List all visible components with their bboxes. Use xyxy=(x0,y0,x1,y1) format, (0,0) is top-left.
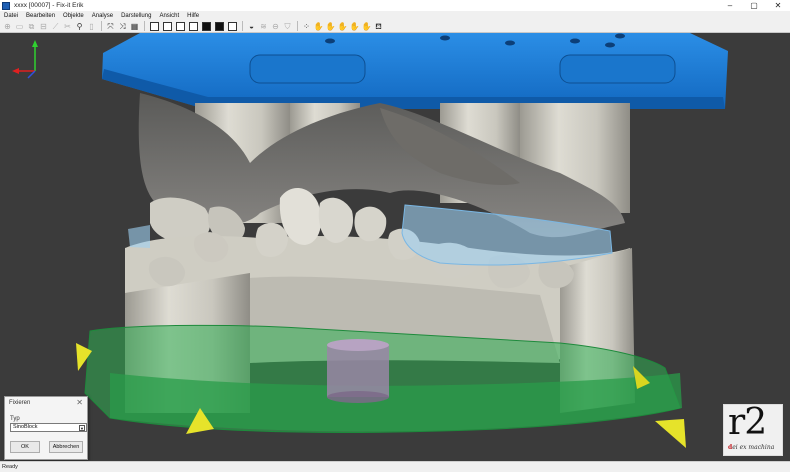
view-right-icon[interactable] xyxy=(189,21,198,31)
status-bar: Ready xyxy=(0,461,790,472)
tooth-icon[interactable]: ⛉ xyxy=(282,21,293,32)
toolbar-separator xyxy=(144,21,145,31)
align-icon[interactable]: ⊟ xyxy=(38,21,49,32)
view-front-icon[interactable] xyxy=(150,21,159,31)
cup-icon[interactable]: ⛾ xyxy=(373,21,384,32)
menu-bearbeiten[interactable]: Bearbeiten xyxy=(22,13,59,19)
logo-mark: r2 xyxy=(728,402,767,443)
app-icon xyxy=(2,1,10,10)
scene-svg xyxy=(12,33,728,448)
zoom-icon[interactable]: ⚲ xyxy=(74,21,85,32)
axis-triad xyxy=(12,40,38,79)
view-iso-icon[interactable] xyxy=(228,21,237,31)
type-label: Typ xyxy=(10,416,20,422)
menu-datei[interactable]: Datei xyxy=(0,13,22,19)
hand2-icon[interactable]: ✋ xyxy=(325,21,336,32)
close-button[interactable]: ✕ xyxy=(766,0,790,11)
measure-icon[interactable]: ⟋ xyxy=(50,21,61,32)
toolbar-separator xyxy=(297,21,298,31)
view-left-icon[interactable] xyxy=(176,21,185,31)
r2-logo: r2 dei ex machina xyxy=(723,404,783,456)
dialog-title: Fixieren xyxy=(9,400,31,406)
toolbar-separator xyxy=(101,21,102,31)
articulator-plate xyxy=(102,33,728,109)
cancel-button[interactable]: Abbrechen xyxy=(49,441,83,453)
hand4-icon[interactable]: ✋ xyxy=(349,21,360,32)
purple-pin xyxy=(327,339,389,403)
collapse-icon[interactable]: ⤨ xyxy=(117,21,128,32)
window-controls: – ▢ ✕ xyxy=(718,0,790,11)
minimize-button[interactable]: – xyxy=(718,0,742,11)
scatter-icon[interactable]: ⁘ xyxy=(301,21,312,32)
type-select-value: SinoBlock xyxy=(13,424,38,430)
model-icon[interactable]: ⊖ xyxy=(270,21,281,32)
ok-button[interactable]: OK xyxy=(10,441,40,453)
copy-icon[interactable]: ⧉ xyxy=(26,21,37,32)
view-back-icon[interactable] xyxy=(163,21,172,31)
close-icon[interactable]: ✕ xyxy=(76,398,83,407)
menu-analyse[interactable]: Analyse xyxy=(88,13,117,19)
rotate-icon[interactable]: ⊕ xyxy=(2,21,13,32)
logo-tagline: dei ex machina xyxy=(728,444,775,451)
menu-ansicht[interactable]: Ansicht xyxy=(155,13,183,19)
menu-objekte[interactable]: Objekte xyxy=(59,13,88,19)
hand3-icon[interactable]: ✋ xyxy=(337,21,348,32)
layer-icon[interactable]: ≋ xyxy=(258,21,269,32)
hand-icon[interactable]: ✋ xyxy=(313,21,324,32)
select-icon[interactable]: ▭ xyxy=(14,21,25,32)
menu-hilfe[interactable]: Hilfe xyxy=(183,13,203,19)
toolbar: ⊕ ▭ ⧉ ⊟ ⟋ ✂ ⚲ ▯ ⤧ ⤨ ▦ ◒ ≋ ⊖ ⛉ ⁘ ✋ ✋ ✋ ✋ … xyxy=(0,20,790,33)
grid-icon[interactable]: ▦ xyxy=(129,21,140,32)
cut-icon[interactable]: ✂ xyxy=(62,21,73,32)
title-bar: xxxx [00007] - Fix-it Erik – ▢ ✕ xyxy=(0,0,790,11)
toolbar-separator xyxy=(242,21,243,31)
chevron-down-icon[interactable]: ▼ xyxy=(79,425,85,431)
disc-icon[interactable]: ◒ xyxy=(246,21,257,32)
menu-darstellung[interactable]: Darstellung xyxy=(117,13,155,19)
hand5-icon[interactable]: ✋ xyxy=(361,21,372,32)
expand-icon[interactable]: ⤧ xyxy=(105,21,116,32)
status-text: Ready xyxy=(2,464,18,470)
window-title: xxxx [00007] - Fix-it Erik xyxy=(14,2,84,9)
view-top-icon[interactable] xyxy=(202,21,211,31)
3d-viewport[interactable] xyxy=(0,33,790,461)
type-select[interactable]: SinoBlock ▼ xyxy=(10,423,87,432)
fit-icon[interactable]: ▯ xyxy=(86,21,97,32)
maximize-button[interactable]: ▢ xyxy=(742,0,766,11)
view-bottom-icon[interactable] xyxy=(215,21,224,31)
menu-bar: Datei Bearbeiten Objekte Analyse Darstel… xyxy=(0,11,790,20)
